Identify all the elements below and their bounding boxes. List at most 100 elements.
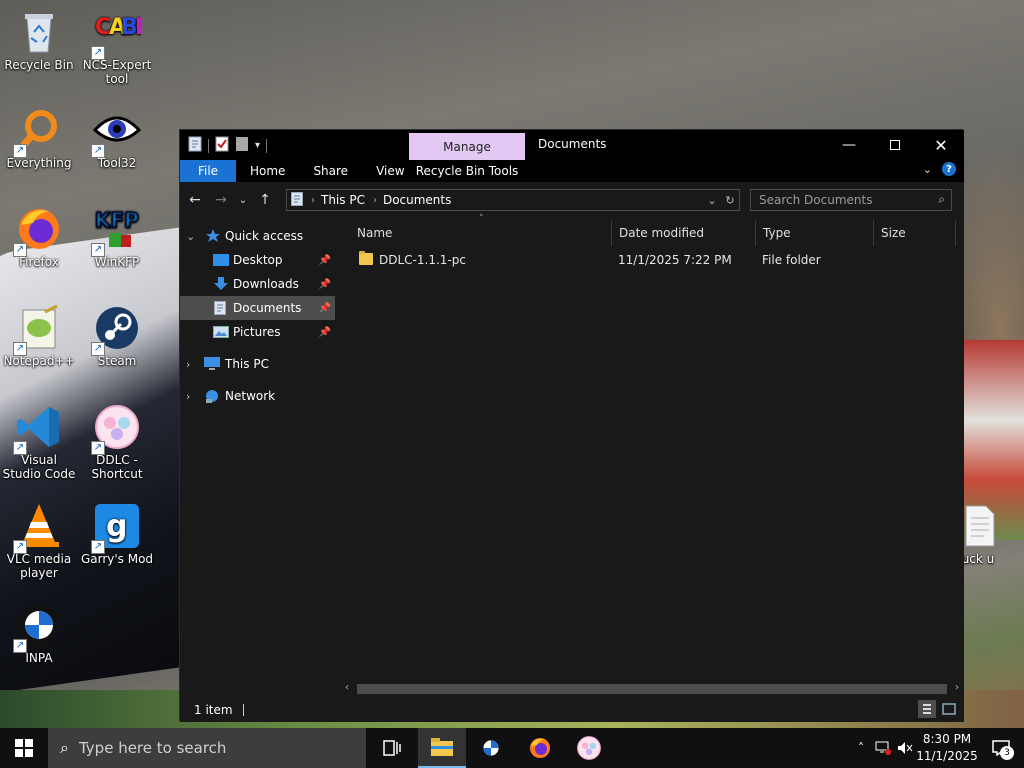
maximize-button[interactable] (872, 130, 918, 160)
customize-qat-icon[interactable]: ▾ (255, 140, 260, 151)
nav-item-pictures[interactable]: Pictures 📌 (180, 320, 335, 344)
shortcut-arrow-icon: ↗ (91, 144, 105, 158)
network-icon (204, 389, 220, 403)
notification-count-badge: 3 (1000, 746, 1014, 760)
action-center-icon[interactable]: 3 (978, 740, 1024, 760)
minimize-button[interactable]: — (826, 130, 872, 160)
bmw-icon: ↗ (13, 601, 63, 653)
search-input[interactable]: Search Documents (759, 193, 872, 207)
folder-icon (359, 251, 373, 265)
column-header-size[interactable]: Size (861, 218, 951, 248)
scroll-right-icon[interactable]: › (955, 682, 959, 693)
task-view-button[interactable] (368, 728, 416, 768)
forward-button[interactable]: → (210, 189, 232, 211)
chevron-right-icon[interactable]: › (186, 390, 190, 403)
desktop-icon-notepadpp[interactable]: ↗ Notepad++ (1, 304, 77, 368)
taskbar-search-input[interactable]: Type here to search (79, 739, 226, 757)
chevron-down-icon[interactable]: ⌄ (186, 230, 195, 243)
tab-manage[interactable]: Manage (409, 133, 525, 160)
clock[interactable]: 8:30 PM 11/1/2025 (916, 731, 978, 765)
taskbar-inpa[interactable] (467, 728, 515, 768)
title-bar[interactable]: ▾ Manage Documents — ✕ (180, 130, 964, 160)
volume-muted-icon[interactable] (894, 741, 916, 755)
star-icon (205, 229, 221, 243)
scroll-left-icon[interactable]: ‹ (345, 682, 349, 693)
column-header-date-modified[interactable]: Date modified (599, 218, 743, 248)
breadcrumb-documents[interactable]: Documents (383, 193, 451, 207)
desktop-icon-inpa[interactable]: ↗ INPA (1, 601, 77, 665)
address-dropdown-icon[interactable]: ⌄ (703, 190, 721, 210)
desktop-icon-label: VLC media player (6, 552, 72, 580)
desktop-icon-ddlc[interactable]: ↗ DDLC - Shortcut (79, 403, 155, 481)
large-icons-view-icon[interactable] (940, 700, 958, 718)
tab-recycle-bin-tools[interactable]: Recycle Bin Tools (409, 160, 525, 182)
nav-item-desktop[interactable]: Desktop 📌 (180, 248, 335, 272)
desktop-icon-recycle-bin[interactable]: Recycle Bin (1, 8, 77, 72)
desktop-icon-vlc[interactable]: ↗ VLC media player (1, 502, 77, 580)
tab-home[interactable]: Home (236, 160, 299, 182)
shortcut-arrow-icon: ↗ (13, 540, 27, 554)
column-divider[interactable] (955, 220, 956, 246)
network-status-icon[interactable] (872, 741, 894, 755)
desktop-icon-vscode[interactable]: ↗ Visual Studio Code (1, 403, 77, 481)
desktop-icon-tool32[interactable]: ↗ Tool32 (79, 106, 155, 170)
desktop-icon-label: Steam (97, 354, 137, 368)
nav-label: Pictures (233, 325, 281, 339)
pin-icon[interactable]: 📌 (319, 303, 331, 314)
maximize-icon (890, 140, 900, 150)
desktop-icon-ncs-expert[interactable]: CABI ↗ NCS-Expert tool (79, 8, 155, 86)
column-label: Name (357, 226, 393, 240)
file-row[interactable]: DDLC-1.1.1-pc 11/1/2025 7:22 PM File fol… (349, 248, 949, 272)
desktop-icon-firefox[interactable]: ↗ Firefox (1, 205, 77, 269)
documents-icon (213, 301, 229, 315)
navigation-pane: ⌄ Quick access Desktop 📌 Downloads 📌 Doc… (180, 218, 337, 698)
pin-icon[interactable]: 📌 (319, 327, 331, 338)
expand-ribbon-icon[interactable]: ⌄ (923, 163, 932, 176)
tab-share[interactable]: Share (299, 160, 362, 182)
back-button[interactable]: ← (184, 189, 206, 211)
refresh-icon[interactable]: ↻ (721, 190, 739, 210)
pin-icon[interactable]: 📌 (319, 279, 331, 290)
desktop-icon-label: Notepad++ (3, 354, 75, 368)
nav-item-downloads[interactable]: Downloads 📌 (180, 272, 335, 296)
taskbar-search[interactable]: ⌕ Type here to search (48, 728, 366, 768)
breadcrumb-separator-icon[interactable]: › (311, 195, 315, 206)
checkmark-icon[interactable] (215, 136, 229, 155)
shortcut-arrow-icon: ↗ (91, 342, 105, 356)
new-folder-icon[interactable] (235, 136, 249, 155)
taskbar-file-explorer[interactable] (418, 728, 466, 768)
help-icon[interactable]: ? (942, 162, 956, 176)
desktop-icon-winkfp[interactable]: KFP ↗ WinKFP (79, 205, 155, 269)
desktop-icon-steam[interactable]: ↗ Steam (79, 304, 155, 368)
nav-label: This PC (225, 357, 269, 371)
column-header-type[interactable]: Type (743, 218, 873, 248)
column-header-name[interactable]: ˄ Name (337, 214, 611, 248)
desktop-icon-garrys-mod[interactable]: g ↗ Garry's Mod (79, 502, 155, 566)
ddlc-icon: ↗ (91, 403, 141, 455)
close-button[interactable]: ✕ (918, 130, 964, 160)
nav-item-documents[interactable]: Documents 📌 (180, 296, 335, 320)
start-button[interactable] (0, 728, 48, 768)
tab-file[interactable]: File (180, 160, 236, 182)
breadcrumb-this-pc[interactable]: This PC (321, 193, 365, 207)
up-button[interactable]: ↑ (254, 189, 276, 211)
search-box[interactable]: Search Documents ⌕ (750, 189, 952, 211)
chevron-right-icon[interactable]: › (186, 358, 190, 371)
details-view-icon[interactable] (918, 700, 936, 718)
breadcrumb-separator-icon[interactable]: › (373, 195, 377, 206)
computer-icon (204, 357, 220, 371)
taskbar-firefox[interactable] (516, 728, 564, 768)
nav-this-pc[interactable]: › This PC (180, 352, 335, 376)
taskbar-ddlc[interactable] (565, 728, 613, 768)
pin-icon[interactable]: 📌 (319, 255, 331, 266)
horizontal-scrollbar[interactable]: ‹ › (341, 680, 963, 698)
scrollbar-thumb[interactable] (357, 684, 947, 694)
nav-network[interactable]: › Network (180, 384, 335, 408)
address-bar[interactable]: › This PC › Documents ⌄ ↻ (286, 189, 740, 211)
properties-icon[interactable] (188, 136, 202, 155)
recent-locations-button[interactable]: ⌄ (236, 189, 250, 211)
show-hidden-icons-icon[interactable]: ˄ (850, 741, 872, 755)
arrow-right-icon: → (215, 192, 227, 208)
desktop-icon-everything[interactable]: ↗ Everything (1, 106, 77, 170)
nav-quick-access[interactable]: ⌄ Quick access (180, 224, 335, 248)
